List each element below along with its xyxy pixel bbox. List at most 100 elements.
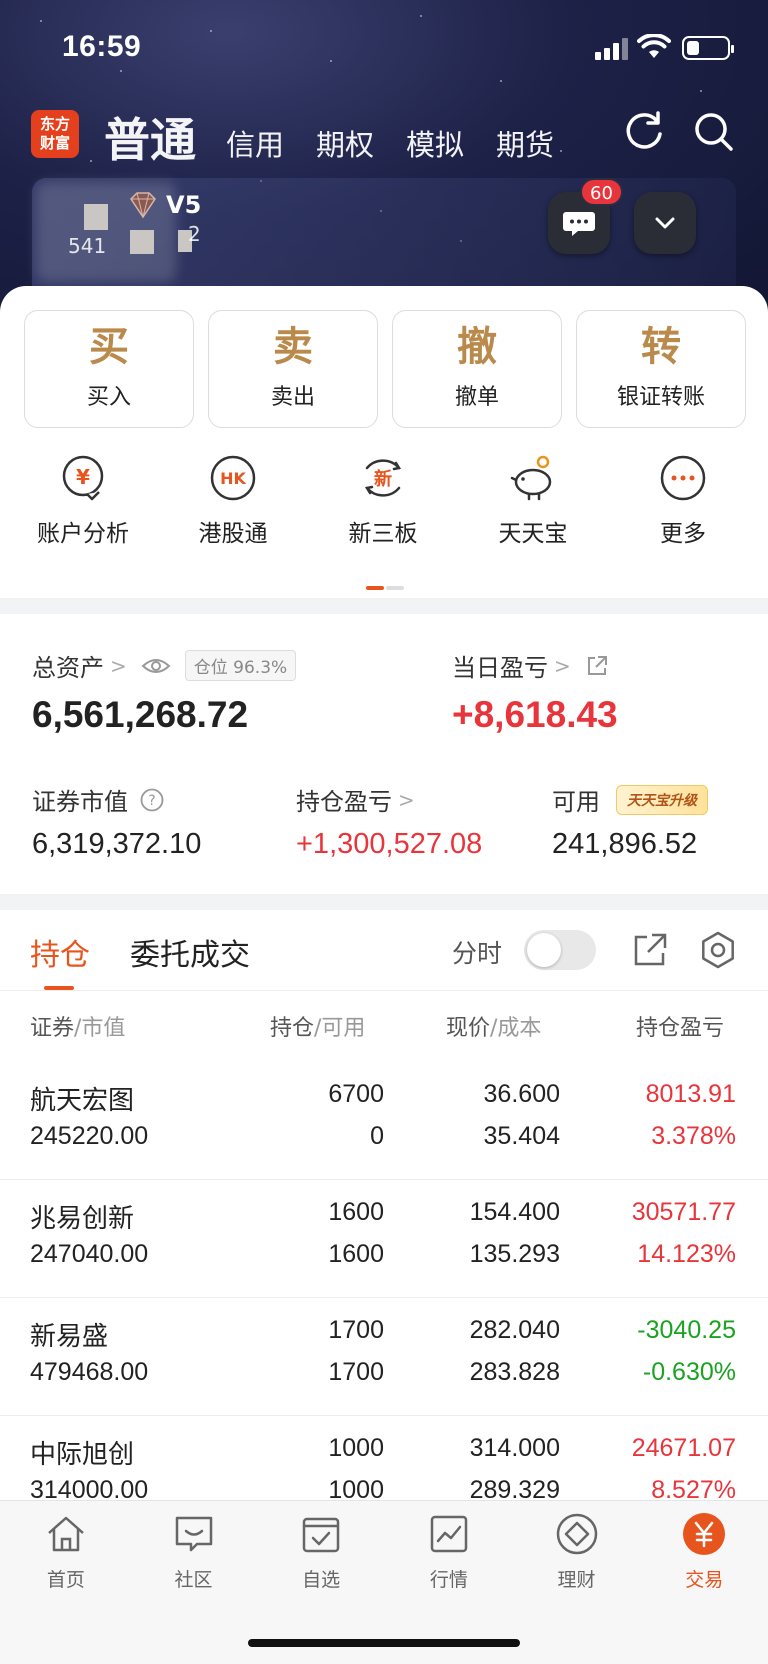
nav-home[interactable]: 首页 bbox=[2, 1511, 130, 1592]
account-id-suffix: 2 bbox=[188, 222, 201, 246]
wifi-icon bbox=[637, 34, 671, 58]
hk-connect-label: 港股通 bbox=[198, 521, 268, 547]
account-panel[interactable]: V5 541 2 60 bbox=[32, 178, 736, 298]
buy-glyph: 买 bbox=[89, 323, 129, 370]
help-icon[interactable]: ? bbox=[140, 788, 164, 812]
nav-watchlist-label: 自选 bbox=[302, 1569, 341, 1591]
clock: 16:59 bbox=[62, 30, 142, 63]
stock-position: 6700 bbox=[328, 1080, 384, 1108]
vip-badge: V5 bbox=[128, 190, 201, 220]
holding-row[interactable]: 中际旭创 314000.00 1000 1000 314.000 289.329… bbox=[0, 1416, 768, 1500]
community-icon bbox=[175, 1516, 212, 1552]
col-header-security: 证券/市值 bbox=[30, 1016, 126, 1041]
holding-pl-label: 持仓盈亏 bbox=[296, 788, 392, 816]
account-analysis-button[interactable]: ¥ 账户分析 bbox=[8, 454, 158, 548]
masked-block bbox=[84, 204, 108, 230]
stock-pl-pct: 8.527% bbox=[651, 1476, 736, 1500]
daily-pl-header[interactable]: 当日盈亏 > bbox=[452, 648, 609, 683]
nav-trade-label: 交易 bbox=[685, 1569, 724, 1591]
battery-icon bbox=[682, 36, 734, 60]
stock-pl-pct: 3.378% bbox=[651, 1122, 736, 1150]
tab-credit[interactable]: 信用 bbox=[226, 122, 284, 170]
transfer-glyph: 转 bbox=[641, 323, 681, 370]
holding-pl-header[interactable]: 持仓盈亏 > bbox=[296, 782, 415, 817]
masked-block bbox=[130, 230, 154, 254]
tab-simulation[interactable]: 模拟 bbox=[406, 122, 464, 170]
refresh-icon[interactable] bbox=[622, 110, 666, 154]
chevron-right-icon: > bbox=[110, 653, 127, 678]
stock-pl: 8013.91 bbox=[645, 1080, 736, 1108]
hk-connect-button[interactable]: HK 港股通 bbox=[158, 454, 308, 548]
share-icon[interactable] bbox=[585, 654, 609, 678]
sell-button[interactable]: 卖 卖出 bbox=[208, 310, 378, 428]
market-value-label: 证券市值 bbox=[32, 788, 128, 816]
col-header-position: 持仓/可用 bbox=[270, 1016, 366, 1041]
transfer-label: 银证转账 bbox=[616, 385, 705, 410]
nav-wealth-label: 理财 bbox=[557, 1569, 596, 1591]
nav-wealth[interactable]: 理财 bbox=[513, 1511, 641, 1592]
stock-price: 154.400 bbox=[469, 1198, 560, 1226]
account-id-fragment: 541 bbox=[68, 234, 107, 258]
holdings-tabs: 持仓 委托成交 bbox=[30, 930, 250, 990]
stock-pl: 30571.77 bbox=[631, 1198, 736, 1226]
more-icon bbox=[660, 455, 706, 501]
daily-pl-label: 当日盈亏 bbox=[452, 654, 548, 682]
stock-position: 1600 bbox=[328, 1198, 384, 1226]
stock-name: 中际旭创 bbox=[30, 1440, 135, 1470]
nav-market[interactable]: 行情 bbox=[385, 1511, 513, 1592]
account-analysis-label: 账户分析 bbox=[37, 521, 129, 547]
trade-icon bbox=[683, 1513, 726, 1555]
daily-pl-value: +8,618.43 bbox=[452, 694, 618, 735]
chevron-down-icon bbox=[655, 217, 675, 229]
nav-community[interactable]: 社区 bbox=[130, 1511, 258, 1592]
account-dropdown-button[interactable] bbox=[634, 192, 696, 254]
cancel-order-button[interactable]: 撤 撤单 bbox=[392, 310, 562, 428]
stock-name: 兆易创新 bbox=[30, 1204, 135, 1234]
tab-positions[interactable]: 持仓 bbox=[30, 930, 90, 990]
page-indicator bbox=[366, 586, 404, 590]
total-assets-header[interactable]: 总资产 > 仓位 96.3% bbox=[32, 648, 297, 683]
tab-futures[interactable]: 期货 bbox=[496, 122, 554, 170]
upgrade-badge[interactable]: 天天宝升级 bbox=[616, 784, 708, 815]
status-bar: 16:59 bbox=[0, 0, 768, 96]
account-analysis-icon: ¥ bbox=[62, 455, 104, 501]
holding-pl-value: +1,300,527.08 bbox=[296, 828, 483, 860]
buy-button[interactable]: 买 买入 bbox=[24, 310, 194, 428]
stock-market-value: 247040.00 bbox=[30, 1240, 149, 1268]
tab-normal[interactable]: 普通 bbox=[104, 104, 196, 170]
tab-orders[interactable]: 委托成交 bbox=[130, 930, 250, 974]
divider bbox=[0, 990, 768, 991]
nav-watchlist[interactable]: 自选 bbox=[257, 1511, 385, 1592]
settings-gear-icon[interactable] bbox=[698, 930, 738, 970]
position-ratio-pill: 仓位 96.3% bbox=[184, 650, 297, 681]
total-assets-value: 6,561,268.72 bbox=[32, 694, 249, 735]
watchlist-icon bbox=[302, 1517, 340, 1553]
holding-row[interactable]: 兆易创新 247040.00 1600 1600 154.400 135.293… bbox=[0, 1180, 768, 1298]
holding-row[interactable]: 航天宏图 245220.00 6700 0 36.600 35.404 8013… bbox=[0, 1062, 768, 1180]
piggy-bank-icon bbox=[510, 455, 552, 501]
more-button[interactable]: 更多 bbox=[608, 454, 758, 548]
stock-cost: 289.329 bbox=[469, 1476, 560, 1500]
cancel-glyph: 撤 bbox=[457, 323, 497, 370]
intraday-toggle[interactable] bbox=[524, 930, 596, 970]
search-icon[interactable] bbox=[692, 110, 736, 154]
nav-home-label: 首页 bbox=[46, 1569, 85, 1591]
neeq-button[interactable]: 新 新三板 bbox=[308, 454, 458, 548]
nav-market-label: 行情 bbox=[429, 1569, 468, 1591]
wealth-icon bbox=[556, 1513, 597, 1555]
header: 16:59 东方 财富 普通 信用 期权 模拟 期货 V5 541 2 60 bbox=[0, 0, 768, 320]
bank-transfer-button[interactable]: 转 银证转账 bbox=[576, 310, 746, 428]
eye-icon[interactable] bbox=[141, 656, 171, 676]
tab-options[interactable]: 期权 bbox=[316, 122, 374, 170]
stock-pl: 24671.07 bbox=[631, 1434, 736, 1462]
export-icon[interactable] bbox=[630, 930, 670, 970]
stock-cost: 283.828 bbox=[469, 1358, 560, 1386]
stock-price: 282.040 bbox=[469, 1316, 560, 1344]
home-icon bbox=[48, 1516, 84, 1552]
message-count-badge: 60 bbox=[580, 178, 623, 206]
tiantianbao-button[interactable]: 天天宝 bbox=[458, 454, 608, 548]
available-label: 可用 bbox=[552, 788, 600, 816]
holding-row[interactable]: 新易盛 479468.00 1700 1700 282.040 283.828 … bbox=[0, 1298, 768, 1416]
nav-trade[interactable]: 交易 bbox=[640, 1511, 768, 1592]
neeq-icon: 新 bbox=[365, 459, 401, 497]
